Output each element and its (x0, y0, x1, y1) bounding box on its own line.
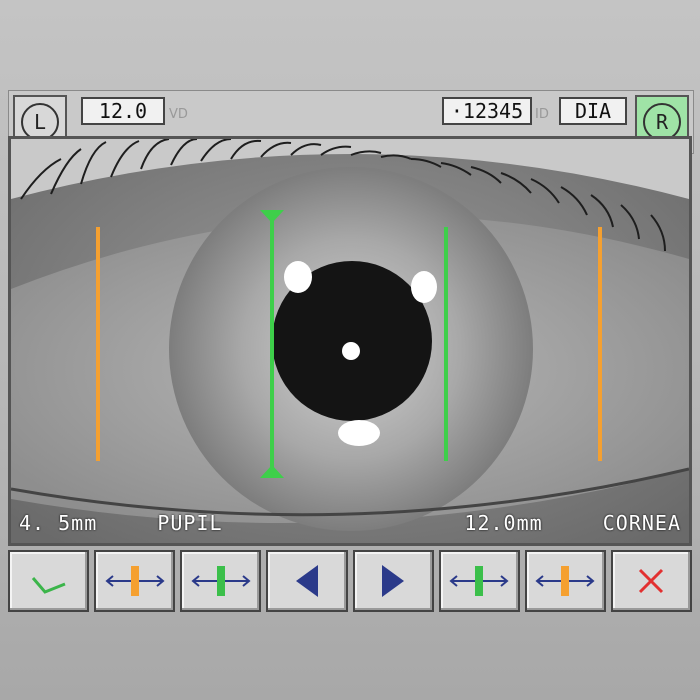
vertex-distance-value: 12.0 (81, 97, 165, 125)
eye-image (11, 139, 689, 543)
orange-caliper-icon (105, 566, 165, 596)
triangle-right-icon (382, 565, 405, 597)
cancel-button[interactable] (610, 550, 692, 612)
pupil-measurement: 4. 5mm PUPIL (19, 511, 223, 535)
move-left-button[interactable] (266, 550, 348, 612)
patient-id-label: ID (535, 107, 549, 122)
triangle-left-icon (295, 565, 318, 597)
green-caliper-icon (449, 566, 509, 596)
cornea-narrow-button[interactable] (94, 550, 176, 612)
cross-icon (639, 568, 664, 594)
move-right-button[interactable] (352, 550, 434, 612)
dia-mode-button[interactable]: DIA (559, 97, 627, 125)
eye-image-viewport: 4. 5mm PUPIL 12.0mm CORNEA (8, 136, 692, 546)
pupil-widen-button[interactable] (180, 550, 262, 612)
cornea-measurement: 12.0mm CORNEA (464, 511, 681, 535)
cornea-label: CORNEA (602, 511, 681, 535)
confirm-button[interactable] (8, 550, 90, 612)
checkmark-icon (31, 577, 66, 594)
pupil-narrow-button[interactable] (438, 550, 520, 612)
green-caliper-icon (191, 566, 251, 596)
pupil-value: 4. 5mm (19, 511, 98, 535)
pupil-label: PUPIL (157, 511, 223, 535)
control-toolbar (8, 550, 692, 612)
vertex-distance-label: VD (169, 107, 188, 122)
cornea-widen-button[interactable] (524, 550, 606, 612)
patient-id-value: ·12345 (442, 97, 532, 125)
cornea-value: 12.0mm (464, 511, 543, 535)
orange-caliper-icon (535, 566, 595, 596)
